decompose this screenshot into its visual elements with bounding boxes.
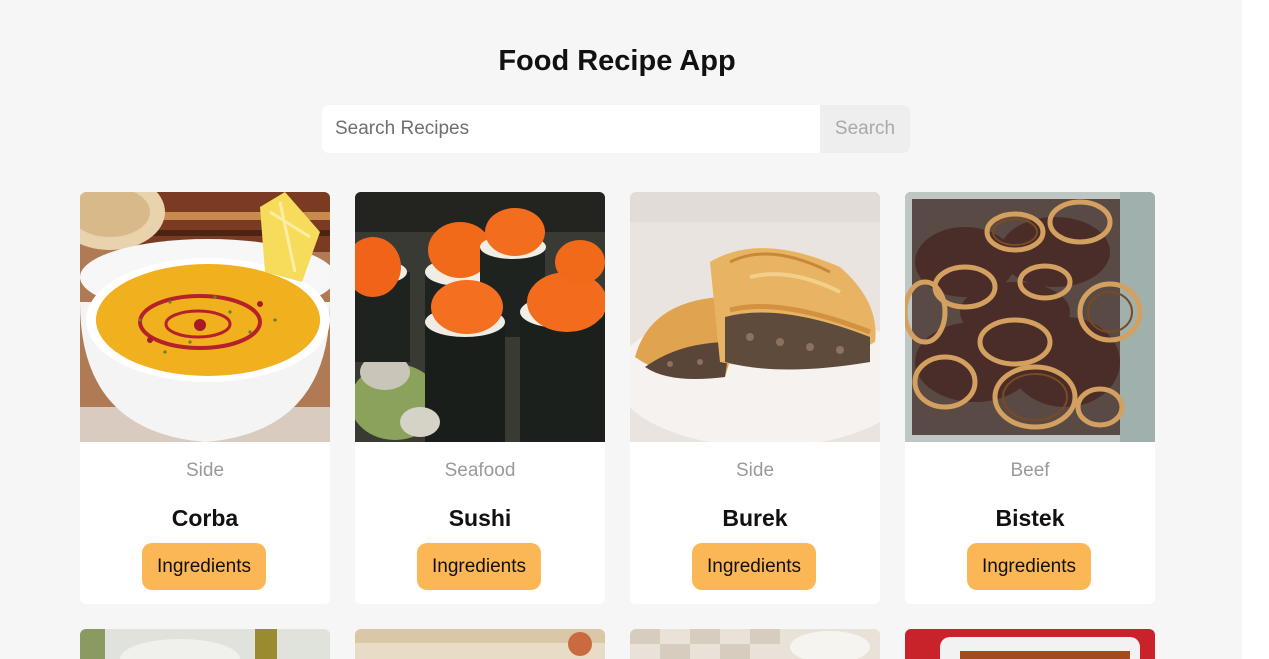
ingredients-button[interactable]: Ingredients	[142, 543, 266, 590]
recipe-name: Bistek	[995, 505, 1065, 531]
ingredients-button[interactable]: Ingredients	[967, 543, 1091, 590]
recipe-image-partial[interactable]	[355, 629, 605, 659]
recipe-card-bistek: Beef Bistek Ingredients	[905, 192, 1155, 604]
recipe-card-partial	[80, 629, 330, 659]
recipe-image-burek[interactable]	[630, 192, 880, 442]
recipe-image-partial[interactable]	[630, 629, 880, 659]
recipe-category: Side	[735, 460, 775, 481]
recipe-image-corba[interactable]	[80, 192, 330, 442]
recipe-card-partial	[905, 629, 1155, 659]
page-title: Food Recipe App	[498, 45, 736, 77]
recipe-card-burek: Side Burek Ingredients	[630, 192, 880, 604]
recipe-image-bistek[interactable]	[905, 192, 1155, 442]
recipe-image-partial[interactable]	[80, 629, 330, 659]
search-bar: Search	[322, 105, 910, 153]
recipe-card-partial	[355, 629, 605, 659]
recipe-name: Burek	[722, 505, 788, 531]
search-button[interactable]: Search	[820, 105, 910, 153]
recipe-name: Sushi	[448, 505, 512, 531]
recipe-image-partial[interactable]	[905, 629, 1155, 659]
recipe-card-partial	[630, 629, 880, 659]
search-input[interactable]	[322, 105, 820, 153]
recipe-category: Beef	[1010, 460, 1050, 481]
recipe-image-sushi[interactable]	[355, 192, 605, 442]
recipe-category: Seafood	[444, 460, 516, 481]
recipe-card-sushi: Seafood Sushi Ingredients	[355, 192, 605, 604]
recipe-name: Corba	[171, 505, 239, 531]
ingredients-button[interactable]: Ingredients	[692, 543, 816, 590]
ingredients-button[interactable]: Ingredients	[417, 543, 541, 590]
app-page: Food Recipe App Search Recipes Search Si…	[0, 0, 1242, 659]
recipe-card-corba: Side Corba Ingredients	[80, 192, 330, 604]
recipe-category: Side	[185, 460, 225, 481]
